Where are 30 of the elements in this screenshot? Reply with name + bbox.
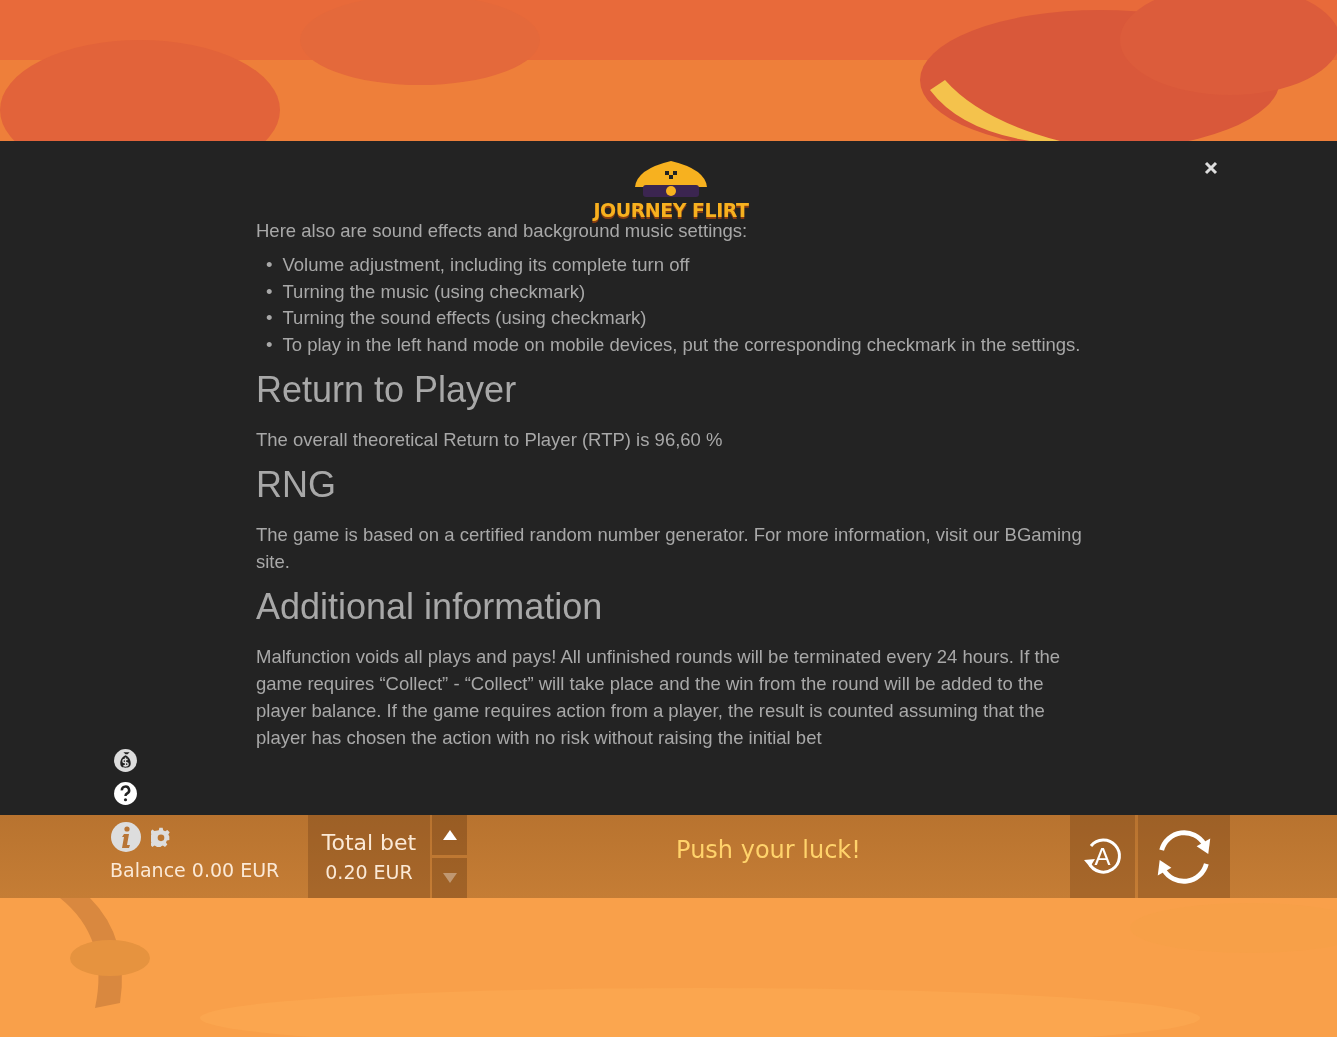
money-bag-icon[interactable] xyxy=(113,748,138,773)
caret-up-icon xyxy=(441,829,458,841)
autoplay-label: A xyxy=(1094,844,1111,869)
close-icon[interactable] xyxy=(1204,161,1218,175)
bullet-item: To play in the left hand mode on mobile devices, put the corresponding checkmark in the settings. xyxy=(282,332,1081,357)
section-heading: RNG xyxy=(256,465,337,505)
bet-up-button[interactable] xyxy=(432,815,467,855)
spin-button[interactable] xyxy=(1138,815,1230,898)
rules-text: Here also are sound effects and background music settings: xyxy=(256,220,749,243)
bullet-item: Turning the sound effects (using checkmark) xyxy=(282,306,647,330)
rules-text: The game is based on a certified random number generator. For more information, visit our BGaming site. xyxy=(256,523,1083,574)
bullet-item: Turning the music (using checkmark) xyxy=(282,279,586,304)
autoplay-button[interactable]: A xyxy=(1070,815,1135,898)
status-message: Push your luck! xyxy=(675,835,862,866)
settings-icon[interactable] xyxy=(151,827,171,847)
help-icon[interactable] xyxy=(113,781,138,806)
balance-text: Balance 0.00 EUR xyxy=(110,859,281,881)
total-bet-label: Total bet xyxy=(321,830,417,855)
section-heading: Return to Player xyxy=(256,370,518,410)
rules-text: Malfunction voids all plays and pays! All unfinished rounds will be terminated every 24 hours. If the game requires “Collect” - “Collect” will take place and the win from the round will be added to the player balance. If the game requires action from a player, the result is counted assuming that the player has chosen the action with no risk without raising the initial bet xyxy=(256,645,1062,750)
rules-text: The overall theoretical Return to Player (RTP) is 96,60 % xyxy=(256,428,724,452)
info-icon[interactable] xyxy=(110,821,142,853)
bullet-item: Volume adjustment, including its complete turn off xyxy=(282,253,690,277)
caret-down-icon xyxy=(441,872,458,884)
bullet-marker: • xyxy=(266,253,273,277)
bullet-marker: • xyxy=(266,306,273,330)
total-bet-value: 0.20 EUR xyxy=(325,861,413,883)
bullet-marker: • xyxy=(266,332,273,357)
bullet-marker: • xyxy=(266,279,273,304)
section-heading: Additional information xyxy=(256,587,604,627)
